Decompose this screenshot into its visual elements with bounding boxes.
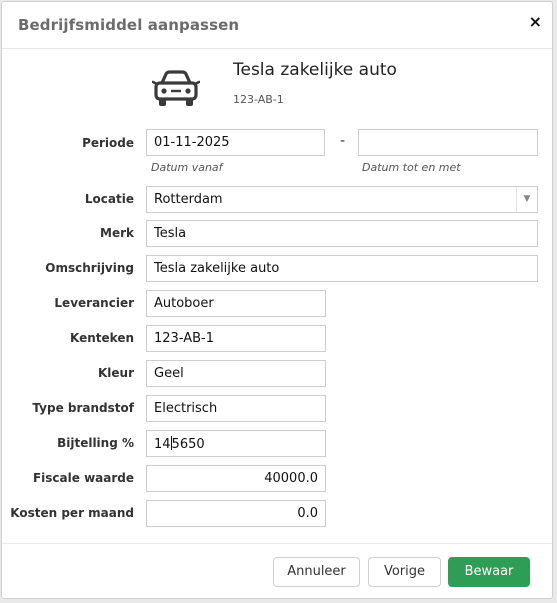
date-to-hint: Datum tot en met [362, 161, 461, 174]
locatie-label: Locatie [84, 192, 134, 206]
kenteken-label: Kenteken [70, 331, 134, 345]
close-icon[interactable]: × [529, 14, 542, 30]
date-to-input[interactable] [358, 129, 538, 156]
chevron-down-icon[interactable]: ▼ [516, 187, 537, 212]
bijtelling-label: Bijtelling % [57, 436, 134, 450]
locatie-value: Rotterdam [154, 192, 223, 207]
dialog-header: Bedrijfsmiddel aanpassen × [2, 2, 552, 49]
bijtelling-value-end: 5650 [171, 437, 205, 452]
date-from-input[interactable]: 01-11-2025 [146, 129, 325, 156]
type-brandstof-input[interactable]: Electrisch [146, 395, 326, 422]
leverancier-input[interactable]: Autoboer [146, 290, 326, 317]
cancel-button[interactable]: Annuleer [273, 557, 360, 587]
periode-label: Periode [82, 136, 134, 150]
fiscale-waarde-label: Fiscale waarde [32, 471, 134, 485]
type-brandstof-label: Type brandstof [32, 401, 134, 415]
kenteken-input[interactable]: 123-AB-1 [146, 325, 326, 352]
kosten-per-maand-input[interactable]: 0.0 [146, 500, 326, 527]
asset-plate: 123-AB-1 [233, 93, 284, 106]
omschrijving-label: Omschrijving [45, 261, 134, 275]
merk-label: Merk [100, 226, 134, 240]
kleur-input[interactable]: Geel [146, 360, 326, 387]
kosten-per-maand-label: Kosten per maand [10, 506, 134, 520]
footer-divider [2, 543, 552, 544]
save-button[interactable]: Bewaar [448, 557, 530, 587]
bijtelling-value-start: 14 [154, 437, 171, 452]
previous-button[interactable]: Vorige [368, 557, 441, 587]
omschrijving-input[interactable]: Tesla zakelijke auto [146, 255, 538, 282]
dialog-title: Bedrijfsmiddel aanpassen [18, 16, 240, 34]
leverancier-label: Leverancier [54, 296, 134, 310]
edit-asset-dialog: Bedrijfsmiddel aanpassen × Tesla zakelij… [1, 1, 553, 599]
kleur-label: Kleur [97, 366, 134, 380]
car-icon [152, 70, 200, 106]
fiscale-waarde-input[interactable]: 40000.0 [146, 465, 326, 492]
asset-name: Tesla zakelijke auto [233, 60, 397, 80]
period-separator: - [340, 133, 346, 149]
merk-input[interactable]: Tesla [146, 220, 538, 247]
date-from-hint: Datum vanaf [151, 161, 223, 174]
bijtelling-input[interactable]: 145650 [146, 430, 326, 457]
locatie-select[interactable]: Rotterdam ▼ [146, 186, 538, 213]
